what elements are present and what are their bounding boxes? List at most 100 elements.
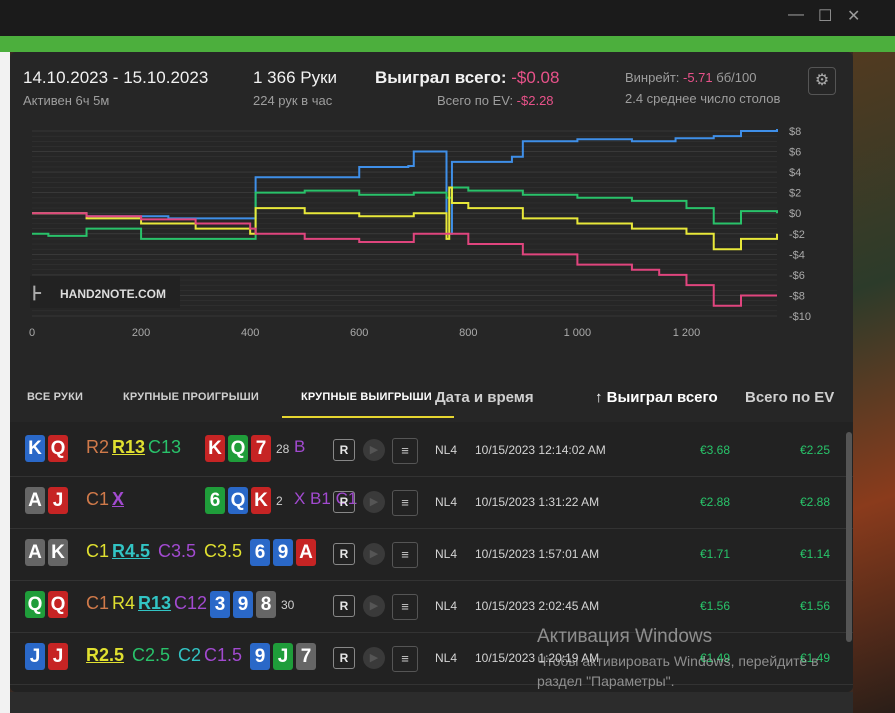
desktop-wallpaper [853,0,895,713]
flop-action-label: B [294,437,306,456]
board-card: 6 [250,539,270,566]
action-label: C1 [86,593,110,613]
won-label: Выиграл всего: [375,68,512,87]
activation-watermark-text: Чтобы активировать Windows, перейдите в … [537,653,819,689]
won-cell: €1.56 [700,599,731,613]
play-icon[interactable]: ▶ [363,491,385,513]
notes-icon[interactable]: ≡ [392,490,418,516]
hand-row[interactable]: K Q R2 R13 C13 K Q 7 28 B R ▶ ≡ NL4 10/15/2023 12:14:0… [10,424,853,477]
profit-chart: $8 $6 $4 $2 $0 -$2 -$4 -$6 -$8 -$10 0 200 400 600 800 1… [29,126,811,339]
action-label: X [112,489,125,509]
board-card: 9 [250,643,270,670]
hole-card: Q [48,435,68,462]
play-icon[interactable]: ▶ [363,647,385,669]
hole-card: J [48,643,68,670]
board-pot-size: 28 [276,442,290,456]
scrollbar[interactable] [846,432,852,642]
replay-button[interactable]: R [333,543,355,565]
board-card: 9 [233,591,253,618]
tab-all-hands[interactable]: ВСЕ РУКИ [27,391,83,403]
action-label: R4.5 [112,541,151,561]
ev-total: Всего по EV: -$2.28 [437,93,554,108]
board-card: Q [228,435,248,462]
replay-button[interactable]: R [333,491,355,513]
won-cell: €1.71 [700,547,731,561]
panel-footer [10,692,853,713]
close-icon[interactable]: ✕ [847,6,860,26]
action-label: C13 [148,437,182,457]
y-tick-label: -$4 [789,249,805,261]
winrate: Винрейт: -5.71 бб/100 [625,70,756,85]
board-card: Q [228,487,248,514]
tab-big-wins[interactable]: КРУПНЫЕ ВЫИГРЫШИ [301,391,432,403]
notes-icon[interactable]: ≡ [392,438,418,464]
y-tick-label: -$6 [789,270,805,282]
board-card: 6 [205,487,225,514]
y-tick-label: $2 [789,188,801,200]
y-tick-label: $8 [789,126,801,138]
action-label: R2 [86,437,110,457]
hole-card: Q [25,591,45,618]
y-tick-label: -$10 [789,311,811,323]
action-label: C1 [86,541,110,561]
board-card: K [205,435,225,462]
notes-icon[interactable]: ≡ [392,594,418,620]
y-tick-label: $0 [789,208,801,220]
y-tick-label: -$2 [789,229,805,241]
board-card: 9 [273,539,293,566]
play-icon[interactable]: ▶ [363,595,385,617]
window-titlebar: — ☐ ✕ [0,0,895,36]
date-cell: 10/15/2023 12:14:02 AM [475,443,606,457]
action-label: C3.5 [158,541,197,561]
hand-row[interactable]: Q Q C1 R4 R13 C12 3 9 8 30 R ▶ ≡ NL4 10/15/2023 2:02:4… [10,580,853,633]
hand-tabs: ВСЕ РУКИ КРУПНЫЕ ПРОИГРЫШИ КРУПНЫЕ ВЫИГР… [10,377,853,421]
play-icon[interactable]: ▶ [363,439,385,461]
column-won[interactable]: ↑ Выиграл всего [595,389,718,406]
hole-card: K [48,539,68,566]
board-card: 7 [296,643,316,670]
hand-row[interactable]: A K C1 R4.5 C3.5 C3.5 6 9 A R ▶ ≡ NL4 10/15/2023 1:57… [10,528,853,581]
replay-button[interactable]: R [333,647,355,669]
hole-card: J [48,487,68,514]
replay-button[interactable]: R [333,595,355,617]
x-tick-label: 200 [132,327,150,339]
action-label: C2 [178,645,202,665]
settings-gear-icon[interactable]: ⚙ [808,67,836,95]
action-label: C12 [174,593,208,613]
limit-cell: NL4 [435,443,458,457]
replay-button[interactable]: R [333,439,355,461]
x-tick-label: 800 [459,327,477,339]
board-pot-size: 2 [276,494,283,508]
play-icon[interactable]: ▶ [363,543,385,565]
notes-icon[interactable]: ≡ [392,542,418,568]
board-pot-size: 30 [281,598,295,612]
limit-cell: NL4 [435,495,458,509]
session-stats-panel: 14.10.2023 - 15.10.2023 Активен 6ч 5м 1 … [10,52,853,692]
board-card: K [251,487,271,514]
limit-cell: NL4 [435,599,458,613]
board-card: 3 [210,591,230,618]
hole-card: Q [48,591,68,618]
hand-row[interactable]: A J C1 X 6 Q K 2 X B1 C1 R ▶ ≡ NL4 10/15/2023 1:31:22… [10,476,853,529]
limit-cell: NL4 [435,547,458,561]
session-dates: 14.10.2023 - 15.10.2023 [23,68,209,87]
hand2note-logo-icon: ⊦ [32,283,42,305]
column-date[interactable]: Дата и время [435,389,534,406]
board-card: 8 [256,591,276,618]
ev-cell: €2.25 [800,443,831,457]
tab-big-losses[interactable]: КРУПНЫЕ ПРОИГРЫШИ [123,391,259,403]
ev-cell: €1.56 [800,599,831,613]
maximize-icon[interactable]: ☐ [818,6,832,26]
x-tick-label: 1 000 [564,327,592,339]
column-ev[interactable]: Всего по EV [745,389,834,406]
notes-icon[interactable]: ≡ [392,646,418,672]
hand2note-logo-text: HAND2NOTE.COM [60,287,166,301]
app-header-bar [0,36,895,52]
winrate-label: Винрейт: [625,70,684,85]
action-label: R13 [138,593,172,613]
ev-value: -$2.28 [516,93,554,108]
avg-tables: 2.4 среднее число столов [625,91,781,106]
minimize-icon[interactable]: — [788,6,804,24]
ev-cell: €2.88 [800,495,831,509]
action-label: C2.5 [132,645,171,665]
